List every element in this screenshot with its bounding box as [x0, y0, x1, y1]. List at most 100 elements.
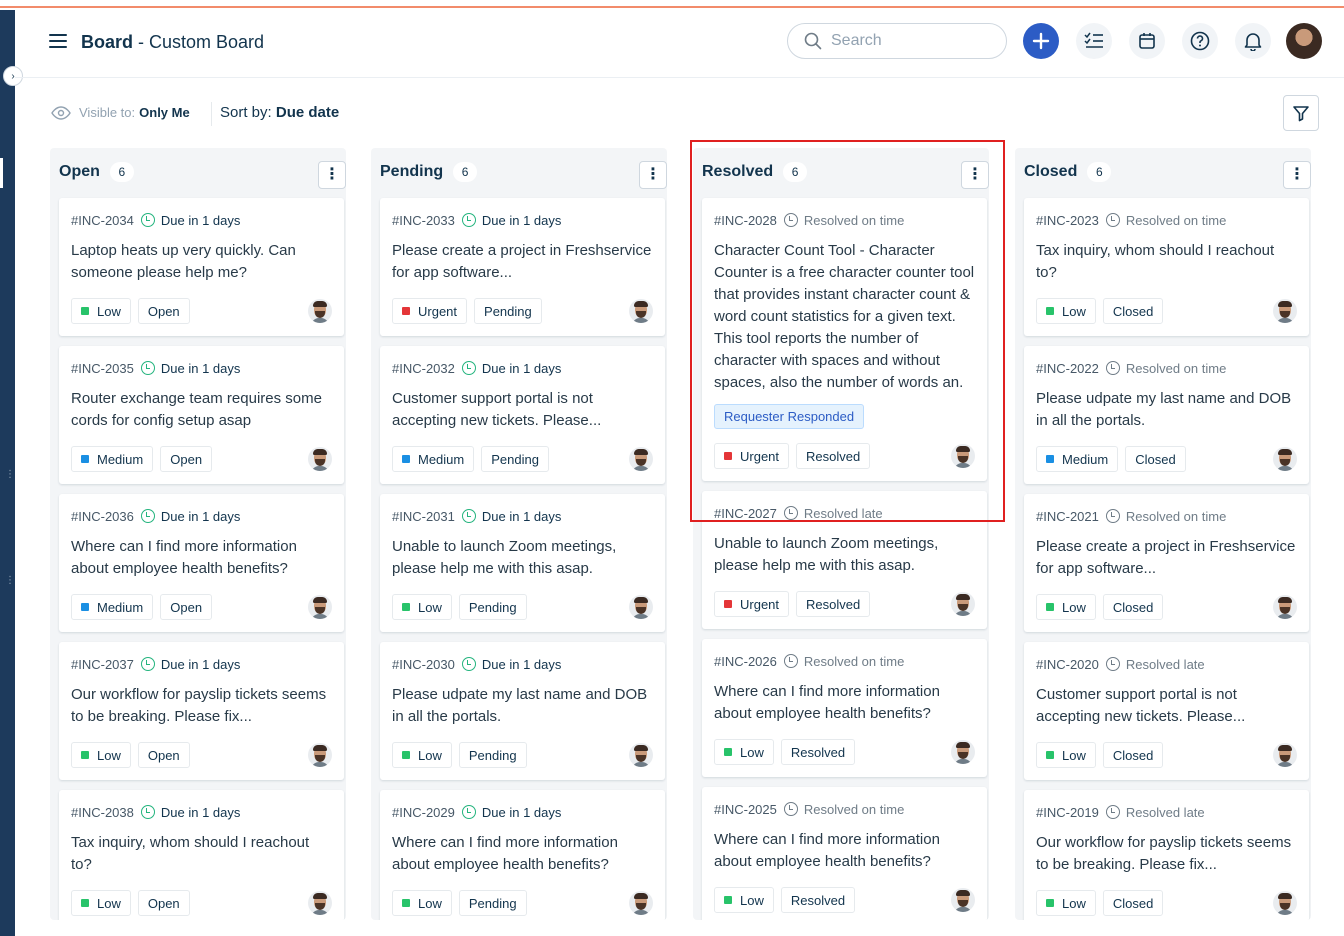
priority-pill[interactable]: Low — [392, 742, 452, 768]
agent-avatar[interactable] — [629, 891, 653, 915]
ticket-card[interactable]: #INC-2021 Resolved on time Please create a… — [1024, 494, 1309, 632]
agent-avatar[interactable] — [1273, 743, 1297, 767]
agent-avatar[interactable] — [951, 592, 975, 616]
status-pill[interactable]: Pending — [474, 298, 542, 324]
status-pill[interactable]: Resolved — [796, 591, 871, 617]
agent-avatar[interactable] — [1273, 595, 1297, 619]
status-pill[interactable]: Open — [137, 742, 190, 768]
ticket-id[interactable]: #INC-2020 — [1036, 657, 1099, 672]
ticket-subject[interactable]: Customer support portal is not accepting… — [392, 388, 653, 432]
priority-pill[interactable]: Low — [71, 890, 131, 916]
filter-button[interactable] — [1283, 95, 1319, 131]
ticket-subject[interactable]: Please create a project in Freshservice … — [392, 240, 653, 284]
ticket-subject[interactable]: Customer support portal is not accepting… — [1036, 684, 1297, 728]
priority-pill[interactable]: Low — [714, 739, 774, 765]
ticket-card[interactable]: #INC-2033 Due in 1 days Please create a pr… — [380, 198, 665, 336]
ticket-card[interactable]: #INC-2031 Due in 1 days Unable to launch Z… — [380, 494, 665, 632]
priority-pill[interactable]: Medium — [71, 594, 154, 620]
ticket-id[interactable]: #INC-2022 — [1036, 361, 1099, 376]
priority-pill[interactable]: Medium — [1036, 446, 1119, 472]
ticket-id[interactable]: #INC-2030 — [392, 657, 455, 672]
ticket-card[interactable]: #INC-2022 Resolved on time Please udpate m… — [1024, 346, 1309, 484]
status-pill[interactable]: Closed — [1102, 298, 1164, 324]
agent-avatar[interactable] — [1273, 447, 1297, 471]
priority-pill[interactable]: Low — [71, 298, 131, 324]
status-pill[interactable]: Closed — [1125, 446, 1186, 472]
ticket-card[interactable]: #INC-2020 Resolved late Customer support p… — [1024, 642, 1309, 780]
priority-pill[interactable]: Low — [1036, 742, 1096, 768]
agent-avatar[interactable] — [951, 740, 975, 764]
ticket-card[interactable]: #INC-2026 Resolved on time Where can I fin… — [702, 639, 987, 777]
status-pill[interactable]: Resolved — [780, 739, 856, 765]
search-input[interactable]: Search — [787, 23, 1007, 59]
sort-by-dropdown[interactable]: Sort by: Due date — [220, 104, 339, 121]
priority-pill[interactable]: Low — [392, 594, 452, 620]
status-pill[interactable]: Closed — [1102, 742, 1164, 768]
ticket-id[interactable]: #INC-2036 — [71, 509, 134, 524]
status-pill[interactable]: Pending — [458, 742, 527, 768]
user-avatar[interactable] — [1286, 23, 1322, 59]
ticket-card[interactable]: #INC-2019 Resolved late Our workflow for p… — [1024, 790, 1309, 920]
ticket-subject[interactable]: Please create a project in Freshservice … — [1036, 536, 1297, 580]
agent-avatar[interactable] — [308, 743, 332, 767]
ticket-subject[interactable]: Where can I find more information about … — [392, 832, 653, 876]
column-more-menu-button[interactable]: ⋮ — [639, 161, 667, 189]
ticket-card[interactable]: #INC-2037 Due in 1 days Our workflow for p… — [59, 642, 344, 780]
priority-pill[interactable]: Low — [71, 742, 131, 768]
rail-resize-handle-2[interactable]: ⋮ — [5, 576, 15, 586]
status-pill[interactable]: Pending — [481, 446, 549, 472]
visibility-setting[interactable]: Visible to: Only Me — [51, 105, 190, 120]
agent-avatar[interactable] — [629, 447, 653, 471]
agent-avatar[interactable] — [308, 891, 332, 915]
status-pill[interactable]: Open — [137, 298, 190, 324]
ticket-card[interactable]: #INC-2027 Resolved late Unable to launch Z… — [702, 491, 987, 629]
ticket-subject[interactable]: Laptop heats up very quickly. Can someon… — [71, 240, 332, 284]
ticket-id[interactable]: #INC-2019 — [1036, 805, 1099, 820]
ticket-subject[interactable]: Where can I find more information about … — [714, 681, 975, 725]
ticket-id[interactable]: #INC-2027 — [714, 506, 777, 521]
priority-pill[interactable]: Urgent — [714, 591, 790, 617]
ticket-card[interactable]: #INC-2035 Due in 1 days Router exchange te… — [59, 346, 344, 484]
agent-avatar[interactable] — [629, 595, 653, 619]
ticket-id[interactable]: #INC-2032 — [392, 361, 455, 376]
ticket-id[interactable]: #INC-2025 — [714, 802, 777, 817]
agent-avatar[interactable] — [951, 444, 975, 468]
ticket-id[interactable]: #INC-2035 — [71, 361, 134, 376]
ticket-subject[interactable]: Our workflow for payslip tickets seems t… — [1036, 832, 1297, 876]
ticket-id[interactable]: #INC-2034 — [71, 213, 134, 228]
status-pill[interactable]: Closed — [1102, 594, 1164, 620]
ticket-id[interactable]: #INC-2033 — [392, 213, 455, 228]
status-pill[interactable]: Pending — [458, 890, 527, 916]
status-pill[interactable]: Resolved — [796, 443, 871, 469]
status-pill[interactable]: Pending — [458, 594, 527, 620]
ticket-subject[interactable]: Our workflow for payslip tickets seems t… — [71, 684, 332, 728]
ticket-id[interactable]: #INC-2026 — [714, 654, 777, 669]
priority-pill[interactable]: Medium — [71, 446, 154, 472]
priority-pill[interactable]: Urgent — [714, 443, 790, 469]
ticket-subject[interactable]: Unable to launch Zoom meetings, please h… — [392, 536, 653, 580]
ticket-card[interactable]: #INC-2030 Due in 1 days Please udpate my l… — [380, 642, 665, 780]
status-pill[interactable]: Open — [137, 890, 190, 916]
priority-pill[interactable]: Low — [714, 887, 774, 913]
ticket-subject[interactable]: Where can I find more information about … — [714, 829, 975, 873]
ticket-card[interactable]: #INC-2032 Due in 1 days Customer support p… — [380, 346, 665, 484]
ticket-id[interactable]: #INC-2029 — [392, 805, 455, 820]
status-pill[interactable]: Resolved — [780, 887, 856, 913]
ticket-subject[interactable]: Please udpate my last name and DOB in al… — [1036, 388, 1297, 432]
ticket-id[interactable]: #INC-2021 — [1036, 509, 1099, 524]
agent-avatar[interactable] — [308, 595, 332, 619]
ticket-id[interactable]: #INC-2038 — [71, 805, 134, 820]
ticket-subject[interactable]: Tax inquiry, whom should I reachout to? — [1036, 240, 1297, 284]
agent-avatar[interactable] — [1273, 299, 1297, 323]
ticket-card[interactable]: #INC-2023 Resolved on time Tax inquiry, wh… — [1024, 198, 1309, 336]
priority-pill[interactable]: Low — [1036, 594, 1096, 620]
ticket-card[interactable]: #INC-2029 Due in 1 days Where can I find m… — [380, 790, 665, 920]
ticket-card[interactable]: #INC-2036 Due in 1 days Where can I find m… — [59, 494, 344, 632]
agent-avatar[interactable] — [629, 743, 653, 767]
checklist-button[interactable] — [1076, 23, 1112, 59]
menu-icon[interactable] — [49, 34, 67, 48]
agent-avatar[interactable] — [951, 888, 975, 912]
agent-avatar[interactable] — [629, 299, 653, 323]
priority-pill[interactable]: Urgent — [392, 298, 468, 324]
ticket-card[interactable]: #INC-2034 Due in 1 days Laptop heats up ve… — [59, 198, 344, 336]
